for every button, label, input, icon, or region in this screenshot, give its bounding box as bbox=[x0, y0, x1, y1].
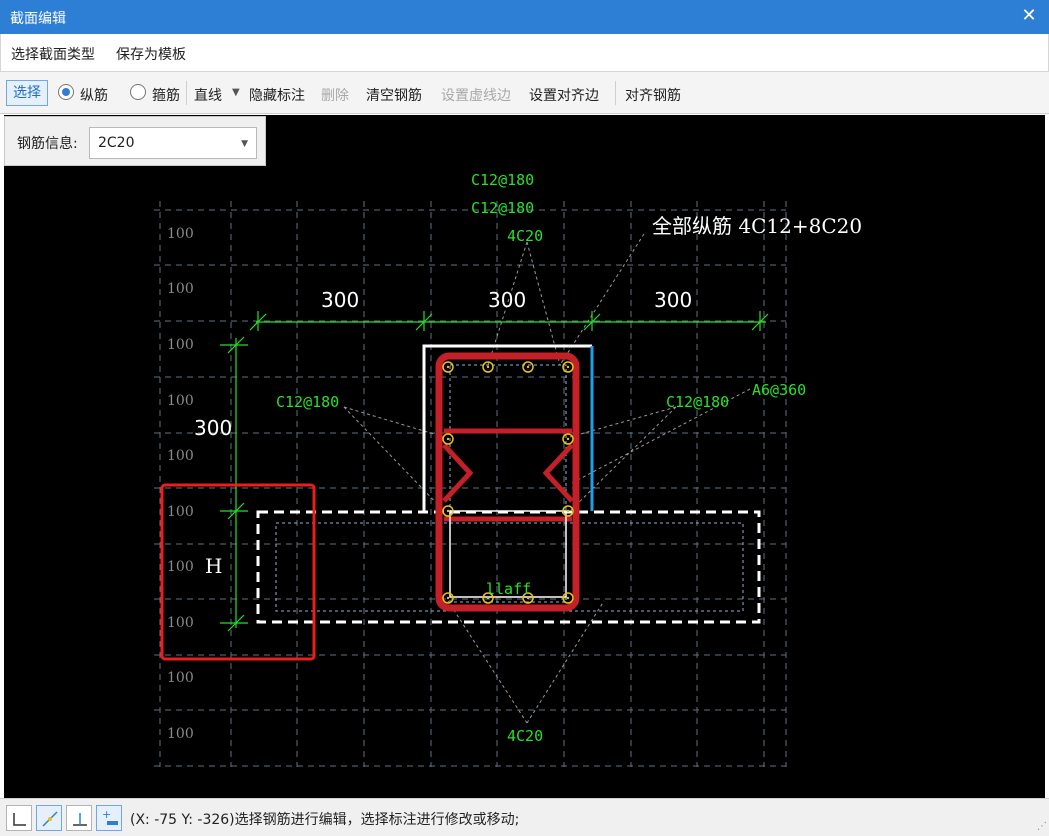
clear-rebar-button[interactable]: 清空钢筋 bbox=[366, 85, 422, 105]
annotation-top-stirrup-2[interactable]: C12@180 bbox=[471, 199, 534, 217]
rebar-center bbox=[446, 365, 450, 369]
grid-label: 100 bbox=[167, 559, 194, 575]
dim-mid-width[interactable]: 300 bbox=[488, 288, 526, 312]
annotations[interactable]: C12@180 C12@180 4C20 C12@180 C12@180 A6@… bbox=[276, 171, 806, 745]
delete-button[interactable]: 删除 bbox=[321, 85, 349, 105]
grid-label: 100 bbox=[167, 448, 194, 464]
annotation-top-stirrup-1[interactable]: C12@180 bbox=[471, 171, 534, 189]
dim-h-label[interactable]: H bbox=[205, 554, 222, 578]
section-drawing[interactable]: 100 100 100 100 100 100 100 100 100 100 C12@180 C… bbox=[4, 115, 1045, 798]
status-bar: + (X: -75 Y: -326)选择钢筋进行编辑，选择标注进行修改或移动; … bbox=[0, 798, 1049, 836]
snap-line-icon[interactable] bbox=[36, 805, 62, 831]
drawing-canvas[interactable]: 100 100 100 100 100 100 100 100 100 100 bbox=[4, 115, 1045, 798]
rebar-center bbox=[446, 437, 450, 441]
dim-height[interactable]: 300 bbox=[194, 416, 232, 440]
rebar-center bbox=[566, 437, 570, 441]
rebar-info-value[interactable]: 2C20 bbox=[98, 135, 135, 151]
hide-annotation-button[interactable]: 隐藏标注 bbox=[249, 85, 305, 105]
close-icon[interactable]: ✕ bbox=[1019, 5, 1039, 27]
stirrup-group[interactable] bbox=[435, 352, 580, 612]
rebar-center bbox=[486, 365, 490, 369]
stirrup-label[interactable]: 箍筋 bbox=[152, 85, 180, 105]
grid-label: 100 bbox=[167, 226, 194, 242]
add-dimension-icon[interactable]: + bbox=[96, 805, 122, 831]
toolbar-divider bbox=[186, 81, 187, 105]
rebar-center bbox=[566, 509, 570, 513]
annotation-summary[interactable]: 全部纵筋 4C12+8C20 bbox=[652, 214, 862, 238]
set-align-edge-button[interactable]: 设置对齐边 bbox=[529, 85, 599, 105]
rebar-info-select[interactable]: 2C20 ▼ bbox=[89, 127, 257, 159]
toolbar: 选择 纵筋 箍筋 直线 ▼ 隐藏标注 删除 清空钢筋 设置虚线边 设置对齐边 对… bbox=[0, 72, 1049, 114]
rebar-center bbox=[566, 365, 570, 369]
window-title: 截面编辑 bbox=[10, 11, 66, 27]
select-button[interactable]: 选择 bbox=[6, 80, 48, 106]
resize-grip-icon[interactable]: ⋰ bbox=[1037, 821, 1047, 832]
rebar-center bbox=[526, 365, 530, 369]
status-message: (X: -75 Y: -326)选择钢筋进行编辑，选择标注进行修改或移动; bbox=[130, 809, 519, 829]
svg-text:+: + bbox=[102, 808, 111, 821]
longitudinal-label[interactable]: 纵筋 bbox=[80, 85, 108, 105]
stirrup-radio[interactable] bbox=[130, 84, 146, 100]
toolbar-divider bbox=[615, 81, 616, 105]
menu-select-section-type[interactable]: 选择截面类型 bbox=[11, 44, 95, 64]
rebar-center bbox=[446, 509, 450, 513]
status-hint: 选择钢筋进行编辑，选择标注进行修改或移动; bbox=[234, 812, 520, 828]
grid-label: 100 bbox=[167, 670, 194, 686]
align-rebar-button[interactable]: 对齐钢筋 bbox=[625, 85, 681, 105]
status-coordinates: (X: -75 Y: -326) bbox=[130, 812, 235, 828]
line-dropdown[interactable]: 直线 bbox=[194, 85, 222, 105]
title-bar: 截面编辑 ✕ bbox=[0, 0, 1049, 34]
menu-bar: 选择截面类型 保存为模板 bbox=[0, 34, 1049, 72]
annotation-bottom-longitudinal[interactable]: 4C20 bbox=[507, 727, 543, 745]
rebar-info-panel: 钢筋信息: 2C20 ▼ bbox=[4, 116, 266, 166]
menu-save-as-template[interactable]: 保存为模板 bbox=[116, 44, 186, 64]
annotation-left-stirrup[interactable]: C12@180 bbox=[276, 393, 339, 411]
chevron-down-icon[interactable]: ▼ bbox=[232, 87, 240, 98]
perpendicular-snap-icon[interactable] bbox=[66, 805, 92, 831]
annotation-tie[interactable]: A6@360 bbox=[752, 381, 806, 399]
dim-right-width[interactable]: 300 bbox=[654, 288, 692, 312]
rebar-center bbox=[566, 596, 570, 600]
grid-label: 100 bbox=[167, 726, 194, 742]
grid-label: 100 bbox=[167, 504, 194, 520]
grid-label: 100 bbox=[167, 393, 194, 409]
grid-label: 100 bbox=[167, 615, 194, 631]
dim-left-width[interactable]: 300 bbox=[321, 288, 359, 312]
annotation-top-longitudinal[interactable]: 4C20 bbox=[507, 227, 543, 245]
ortho-toggle-icon[interactable] bbox=[6, 805, 32, 831]
annotation-laf[interactable]: llaff bbox=[486, 580, 531, 598]
set-dashed-edge-button[interactable]: 设置虚线边 bbox=[441, 85, 511, 105]
grid-label: 100 bbox=[167, 337, 194, 353]
longitudinal-radio[interactable] bbox=[58, 84, 74, 100]
rebar-center bbox=[446, 596, 450, 600]
rebar-info-label: 钢筋信息: bbox=[17, 136, 78, 152]
annotation-right-stirrup[interactable]: C12@180 bbox=[666, 393, 729, 411]
grid-label: 100 bbox=[167, 281, 194, 297]
chevron-down-icon[interactable]: ▼ bbox=[241, 139, 248, 149]
